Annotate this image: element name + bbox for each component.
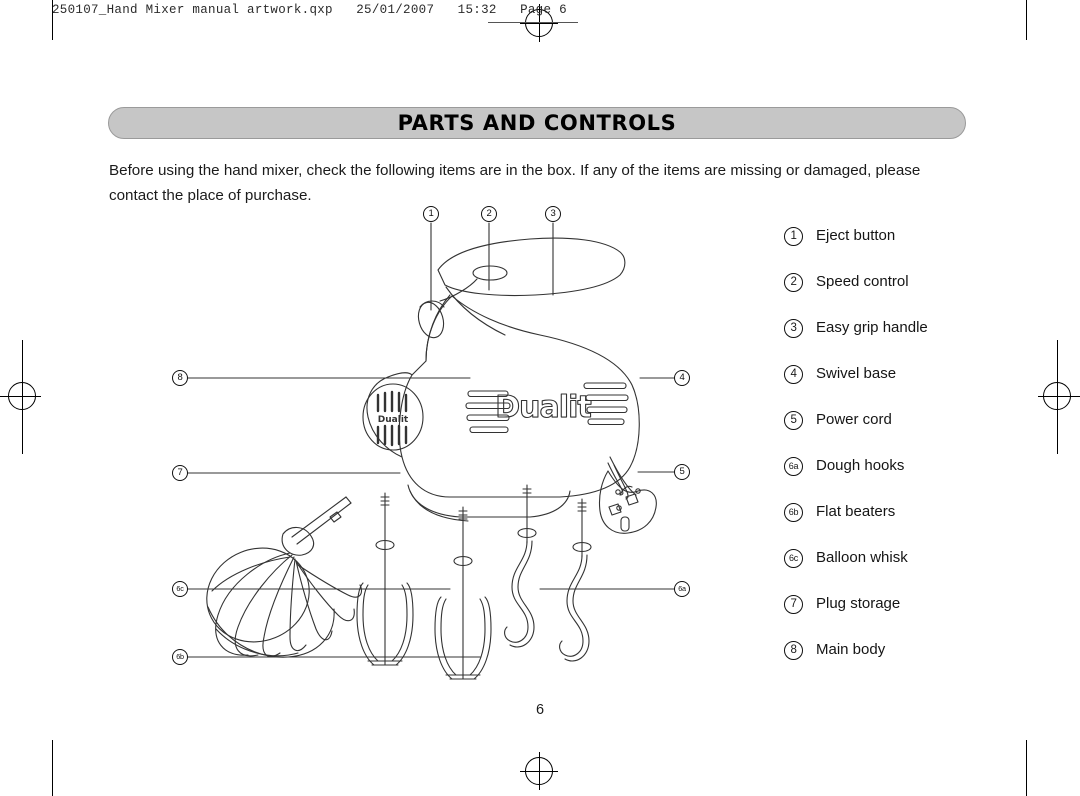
legend-label-6a: Dough hooks (816, 457, 905, 474)
crop-mark-left-h3 (22, 414, 23, 454)
crop-mark-top-right-v (1026, 0, 1027, 40)
legend-label-6b: Flat beaters (816, 503, 896, 520)
flat-beater-artwork-1 (356, 492, 414, 666)
crop-mark-bottom-right-v (1026, 740, 1027, 796)
svg-text:Dualit: Dualit (378, 415, 409, 425)
callout-marker-7: 7 (172, 465, 188, 481)
legend-marker-1: 1 (784, 227, 803, 246)
legend-marker-6b: 6b (784, 503, 803, 522)
callout-marker-6b: 6b (172, 649, 188, 665)
legend-item-swivel-base: 4 Swivel base (784, 363, 1014, 409)
legend-marker-5: 5 (784, 411, 803, 430)
page-title: PARTS AND CONTROLS (397, 111, 677, 135)
legend-item-balloon-whisk: 6c Balloon whisk (784, 547, 1014, 593)
legend-marker-2: 2 (784, 273, 803, 292)
legend-item-plug-storage: 7 Plug storage (784, 593, 1014, 639)
legend-label-3: Easy grip handle (816, 319, 928, 336)
callout-marker-5: 5 (674, 464, 690, 480)
dough-hook-artwork-2 (559, 498, 592, 662)
legend-label-8: Main body (816, 641, 886, 658)
callout-marker-8: 8 (172, 370, 188, 386)
crop-mark-right-h2 (1057, 340, 1058, 380)
callout-marker-6a: 6a (674, 581, 690, 597)
parts-legend-list: 1 Eject button 2 Speed control 3 Easy gr… (784, 225, 1014, 685)
registration-mark-bottom (520, 752, 558, 790)
callout-marker-2: 2 (481, 206, 497, 222)
legend-label-7: Plug storage (816, 595, 901, 612)
legend-marker-6c: 6c (784, 549, 803, 568)
legend-label-4: Swivel base (816, 365, 897, 382)
legend-item-speed-control: 2 Speed control (784, 271, 1014, 317)
dough-hook-artwork-1 (504, 484, 537, 648)
parts-diagram: Dualit Dualit 1 2 3 8 7 6c 6b 4 5 6a (150, 195, 720, 685)
legend-marker-4: 4 (784, 365, 803, 384)
legend-item-dough-hooks: 6a Dough hooks (784, 455, 1014, 501)
registration-mark-left (3, 377, 41, 415)
legend-item-flat-beaters: 6b Flat beaters (784, 501, 1014, 547)
callout-marker-3: 3 (545, 206, 561, 222)
file-header-rule (488, 22, 578, 23)
callout-marker-4: 4 (674, 370, 690, 386)
parts-diagram-artwork: Dualit Dualit (187, 222, 683, 680)
registration-mark-right (1038, 377, 1076, 415)
section-title-banner: PARTS AND CONTROLS (108, 107, 966, 139)
callout-marker-6c: 6c (172, 581, 188, 597)
file-header-text: 250107_Hand Mixer manual artwork.qxp 25/… (52, 3, 567, 17)
page-number: 6 (535, 702, 545, 718)
intro-line-1: Before using the hand mixer, check the f… (109, 162, 872, 179)
legend-marker-6a: 6a (784, 457, 803, 476)
legend-item-main-body: 8 Main body (784, 639, 1014, 685)
page-canvas: 250107_Hand Mixer manual artwork.qxp 25/… (0, 0, 1080, 796)
crop-mark-bottom-left-v (52, 740, 53, 796)
legend-marker-8: 8 (784, 641, 803, 660)
balloon-whisk-artwork (206, 496, 363, 658)
flat-beater-artwork-2 (434, 506, 492, 680)
legend-item-power-cord: 5 Power cord (784, 409, 1014, 455)
power-cord-and-plug-artwork (598, 456, 657, 534)
mixer-body-artwork: Dualit Dualit (362, 237, 640, 522)
legend-label-5: Power cord (816, 411, 892, 428)
brand-wordmark: Dualit (495, 390, 591, 425)
legend-item-easy-grip-handle: 3 Easy grip handle (784, 317, 1014, 363)
crop-mark-right-h3 (1057, 414, 1058, 454)
legend-marker-7: 7 (784, 595, 803, 614)
legend-label-6c: Balloon whisk (816, 549, 908, 566)
legend-label-1: Eject button (816, 227, 896, 244)
crop-mark-left-h2 (22, 340, 23, 380)
legend-item-eject-button: 1 Eject button (784, 225, 1014, 271)
legend-marker-3: 3 (784, 319, 803, 338)
callout-marker-1: 1 (423, 206, 439, 222)
legend-label-2: Speed control (816, 273, 909, 290)
swivel-base-artwork: Dualit (362, 383, 424, 451)
